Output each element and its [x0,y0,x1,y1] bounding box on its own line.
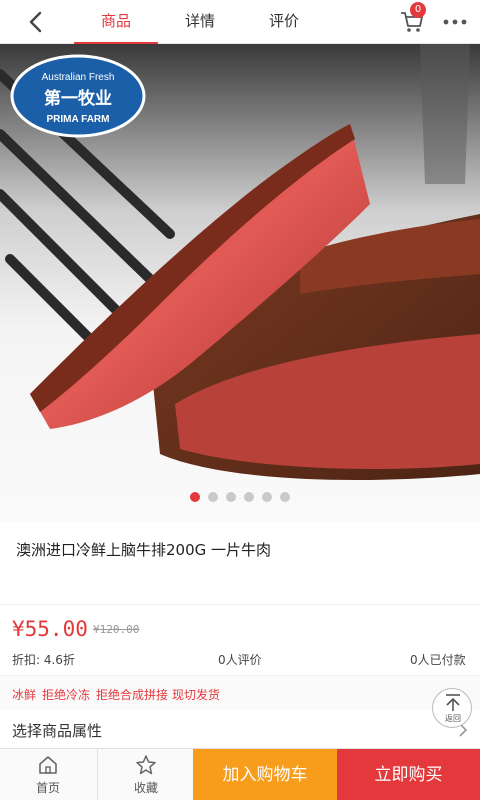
logo-main-text: 第一牧业 [44,88,112,109]
tag-item: 拒绝冷冻 [42,688,91,702]
add-to-cart-button[interactable]: 加入购物车 [193,749,337,800]
star-icon [136,755,156,775]
service-tags: 冰鲜 拒绝冷冻 拒绝合成拼接 现切发货 [0,676,480,710]
home-icon [39,756,57,774]
select-attributes-label: 选择商品属性 [12,722,103,740]
home-button[interactable]: 首页 [0,749,96,800]
carousel-dot-6[interactable] [280,492,290,502]
back-to-top-label: 返回 [445,714,461,723]
carousel-dot-3[interactable] [226,492,236,502]
product-title-section: 澳洲进口冷鲜上脑牛排200G 一片牛肉 [0,522,480,604]
price-section: ¥55.00 ¥120.00 折扣: 4.6折 0人评价 0人已付款 [0,605,480,675]
tag-item: 现切发货 [172,688,221,702]
original-price: ¥120.00 [93,623,140,636]
paid-count: 0人已付款 [410,653,466,667]
product-title: 澳洲进口冷鲜上脑牛排200G 一片牛肉 [16,541,272,559]
steak-photo: Australian Fresh 第一牧业 PRIMA FARM [0,44,480,522]
more-dots-icon[interactable] [440,10,470,34]
cart-count-badge: 0 [410,2,426,18]
current-price: ¥55.00 [12,617,88,641]
discount-text: 折扣: 4.6折 [12,653,75,667]
logo-top-text: Australian Fresh [42,72,115,83]
buy-now-button[interactable]: 立即购买 [337,749,480,800]
back-to-top-button[interactable]: 返回 [432,688,472,728]
arrow-up-icon [446,694,460,711]
home-label: 首页 [35,781,60,795]
carousel-dot-2[interactable] [208,492,218,502]
bottom-action-bar: 首页 收藏 加入购物车 立即购买 [0,748,480,800]
product-image-carousel[interactable]: Australian Fresh 第一牧业 PRIMA FARM [0,44,480,522]
carousel-dot-1[interactable] [190,492,200,502]
review-count: 0人评价 [218,653,262,667]
tag-item: 冰鲜 [12,688,37,702]
favorite-label: 收藏 [133,781,158,795]
top-nav: 商品 详情 评价 0 [0,0,480,44]
logo-bottom-text: PRIMA FARM [47,114,110,125]
product-page: 商品 详情 评价 0 Australian Fresh 第一牧业 PRIMA F… [0,0,480,800]
select-attributes-row[interactable]: 选择商品属性 [0,710,480,748]
tab-reviews[interactable]: 评价 [242,0,326,44]
tag-item: 拒绝合成拼接 [96,688,169,702]
tab-product[interactable]: 商品 [74,0,158,44]
carousel-dot-5[interactable] [262,492,272,502]
tab-details[interactable]: 详情 [158,0,242,44]
back-arrow-icon[interactable] [20,8,52,36]
favorite-button[interactable]: 收藏 [97,749,193,800]
carousel-dot-4[interactable] [244,492,254,502]
